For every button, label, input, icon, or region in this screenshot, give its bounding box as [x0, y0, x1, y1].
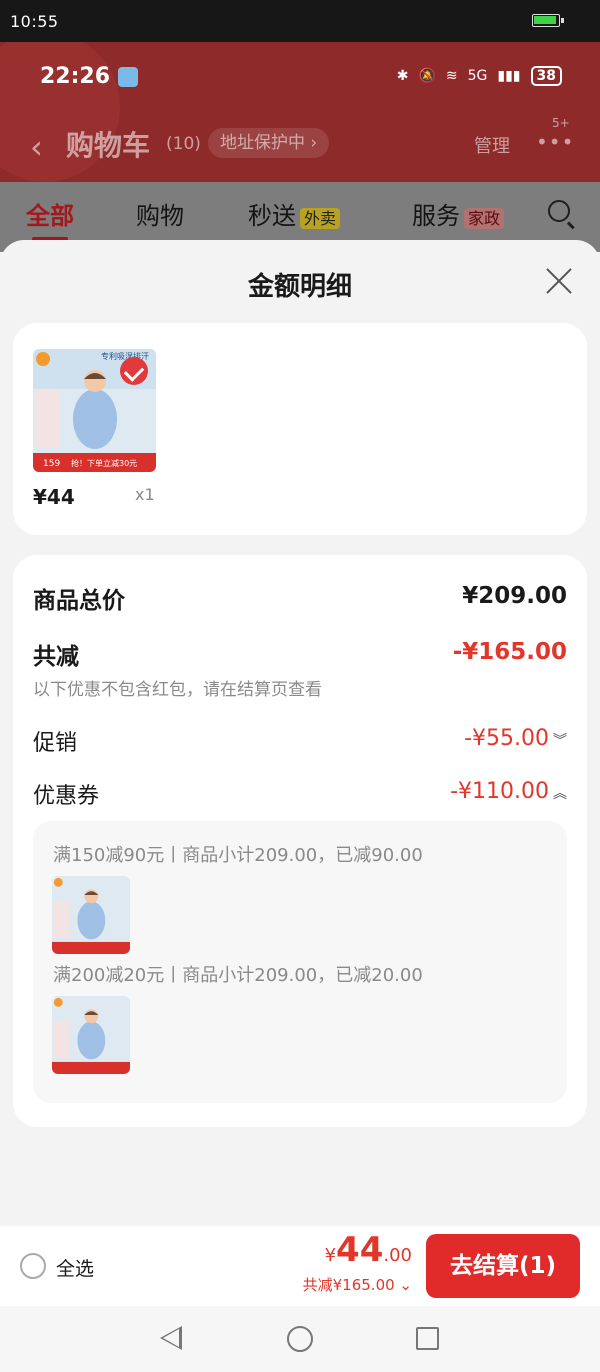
thumb-price: 159 [43, 459, 60, 469]
tab-all[interactable]: 全部 [26, 196, 74, 241]
search-icon[interactable] [548, 200, 570, 222]
mute-icon: 🔕 [418, 68, 436, 84]
checkout-button[interactable]: 去结算(1) [426, 1234, 580, 1298]
inner-status-bar: 22:26 [40, 64, 139, 89]
discount-label: 共减 [33, 644, 79, 670]
signal-icon: ▮▮▮ [497, 68, 521, 84]
coupon-product-thumbnail [52, 876, 130, 954]
app-header: 22:26 ✱ 🔕 ≋ 5G ▮▮▮ 38 ‹ 购物车 (10) 地址保护中 ›… [0, 42, 600, 182]
tab-delivery[interactable]: 秒送 外卖 [248, 196, 341, 231]
total-int: 44 [336, 1230, 384, 1270]
promo-label: 促销 [33, 731, 78, 756]
system-status-bar: 10:55 [0, 0, 600, 42]
cart-count: (10) [166, 134, 201, 154]
coupon-line: 满150减90元丨商品小计209.00，已减90.00 [53, 845, 423, 866]
housekeeping-tag: 家政 [464, 208, 505, 229]
bluetooth-icon: ✱ [396, 68, 409, 84]
coupon-product-image[interactable] [52, 996, 130, 1074]
promo-row[interactable]: -¥55.00 ︾ [464, 726, 567, 751]
total-decimal: .00 [383, 1245, 412, 1266]
amount-detail-sheet: 金额明细 专利吸湿排汗 159 抢！下单立减30元 ¥44 x1 商品总价 ¥2… [0, 240, 600, 1226]
discount-note: 以下优惠不包含红包，请在结算页查看 [33, 680, 322, 700]
back-icon[interactable]: ‹ [30, 128, 43, 166]
nav-recent-icon[interactable] [416, 1327, 439, 1350]
item-price: ¥44 [33, 485, 75, 509]
thumb-promo: 抢！下单立减30元 [71, 458, 137, 468]
promo-value: -¥55.00 [464, 726, 549, 751]
takeout-tag: 外卖 [300, 208, 341, 229]
discount-value: -¥165.00 [452, 639, 567, 665]
coupon-product-image[interactable] [52, 876, 130, 954]
coupon-product-thumbnail [52, 996, 130, 1074]
cart-title: 购物车 [66, 129, 151, 162]
total-label: 商品总价 [33, 588, 125, 614]
close-icon[interactable] [544, 266, 574, 296]
coupon-detail-box: 满150减90元丨商品小计209.00，已减90.00 满200减20元丨商品小… [33, 821, 567, 1103]
currency-symbol: ¥ [324, 1245, 337, 1266]
cart-title-row: ‹ 购物车 (10) 地址保护中 › 管理 ••• 5+ [0, 116, 600, 168]
tab-service[interactable]: 服务 家政 [412, 196, 505, 231]
total-value: ¥209.00 [462, 583, 567, 609]
battery-icon [532, 14, 564, 27]
checkout-bar: 全选 ¥44.00 共减¥165.00 ⌄ 去结算(1) [0, 1226, 600, 1306]
inner-time: 22:26 [40, 64, 111, 89]
item-quantity: x1 [135, 485, 155, 504]
total-price: ¥44.00 [325, 1230, 412, 1270]
tab-label: 购物 [136, 202, 184, 230]
address-protection-chip[interactable]: 地址保护中 › [208, 128, 330, 158]
coupon-value: -¥110.00 [450, 779, 549, 804]
tab-label: 秒送 [248, 202, 296, 230]
select-all-label[interactable]: 全选 [56, 1254, 94, 1281]
chevron-down-icon: ︾ [553, 733, 567, 749]
total-discount-toggle[interactable]: 共减¥165.00 ⌄ [303, 1274, 412, 1295]
more-badge: 5+ [552, 116, 570, 130]
selected-check-icon[interactable] [120, 357, 148, 385]
tab-label: 全部 [26, 202, 74, 230]
network-label: 5G [467, 68, 488, 84]
system-nav-bar [0, 1306, 600, 1372]
app-notification-icon [118, 66, 139, 87]
nav-home-icon[interactable] [287, 1326, 313, 1352]
sheet-title: 金额明细 [247, 272, 352, 302]
manage-button[interactable]: 管理 [474, 132, 510, 158]
inner-status-icons: ✱ 🔕 ≋ 5G ▮▮▮ 38 [397, 66, 562, 86]
coupon-line: 满200减20元丨商品小计209.00，已减20.00 [53, 965, 423, 986]
system-time: 10:55 [10, 12, 59, 31]
chevron-up-icon: ︽ [553, 786, 567, 802]
tab-shopping[interactable]: 购物 [136, 196, 184, 231]
wifi-icon: ≋ [445, 68, 458, 84]
nav-back-icon[interactable] [160, 1326, 182, 1350]
inner-battery: 38 [530, 66, 562, 86]
select-all-radio[interactable] [20, 1253, 46, 1279]
price-summary-card: 商品总价 ¥209.00 共减 -¥165.00 以下优惠不包含红包，请在结算页… [13, 555, 587, 1127]
more-icon[interactable]: ••• [536, 130, 574, 154]
coupon-label: 优惠券 [33, 784, 100, 809]
tab-label: 服务 [412, 202, 460, 230]
product-card: 专利吸湿排汗 159 抢！下单立减30元 ¥44 x1 [13, 323, 587, 535]
coupon-row[interactable]: -¥110.00 ︽ [450, 779, 567, 804]
